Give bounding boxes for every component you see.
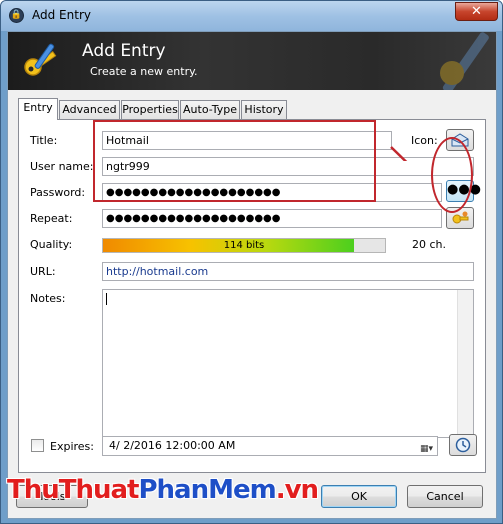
title-field[interactable]: Hotmail: [102, 131, 392, 150]
watermark-part3: .vn: [275, 475, 319, 505]
repeat-label: Repeat:: [30, 212, 73, 225]
clock-icon: [455, 437, 471, 453]
url-label: URL:: [30, 265, 56, 278]
key-gear-icon: [452, 211, 469, 224]
dialog-banner: Add Entry Create a new entry.: [8, 32, 496, 90]
text-caret: [106, 293, 107, 305]
expiry-date-picker[interactable]: 4/ 2/2016 12:00:00 AM ▦▾: [102, 436, 438, 456]
username-label: User name:: [30, 160, 94, 173]
notes-textarea[interactable]: [102, 289, 474, 438]
dialog-client: Add Entry Create a new entry. Entry Adva…: [7, 31, 497, 519]
tab-advanced[interactable]: Advanced: [59, 100, 120, 119]
cancel-button[interactable]: Cancel: [407, 485, 483, 508]
show-password-toggle[interactable]: ●●●: [446, 180, 481, 202]
add-entry-window: 🔒 Add Entry ✕ Add Entry Create a new ent…: [0, 0, 503, 524]
close-button[interactable]: ✕: [455, 2, 498, 21]
expires-label: Expires:: [50, 440, 94, 453]
tab-properties[interactable]: Properties: [121, 100, 179, 119]
window-title: Add Entry: [32, 8, 91, 22]
expires-checkbox[interactable]: [31, 439, 44, 452]
watermark-part1: ThuThuat: [7, 475, 139, 505]
banner-subtitle: Create a new entry.: [90, 65, 198, 78]
ok-button[interactable]: OK: [321, 485, 397, 508]
expiry-presets-button[interactable]: [449, 434, 477, 456]
tab-auto-type[interactable]: Auto-Type: [180, 100, 240, 119]
notes-scrollbar[interactable]: [457, 290, 473, 437]
entry-tab-panel: Title: Hotmail Icon: User name: ngtr999 …: [18, 119, 486, 473]
icon-label: Icon:: [411, 134, 438, 147]
tab-entry[interactable]: Entry: [18, 98, 58, 120]
banner-decoration-icon: [440, 32, 489, 90]
key-pen-icon: [24, 43, 57, 76]
password-length-text: 20 ch.: [412, 238, 447, 251]
quality-bits-text: 114 bits: [223, 240, 265, 251]
banner-title: Add Entry: [82, 41, 166, 61]
title-bar[interactable]: 🔒 Add Entry ✕: [1, 1, 502, 31]
url-field[interactable]: http://hotmail.com: [102, 262, 474, 281]
icon-picker-button[interactable]: [446, 129, 474, 151]
password-quality-bar: 114 bits: [102, 238, 386, 253]
password-field[interactable]: ●●●●●●●●●●●●●●●●●●●●: [102, 183, 442, 202]
envelope-icon: [451, 133, 469, 147]
title-label: Title:: [30, 134, 58, 147]
expiry-date-text: 4/ 2/2016 12:00:00 AM: [109, 439, 236, 452]
keepass-lock-icon: 🔒: [9, 8, 24, 23]
quality-label: Quality:: [30, 238, 73, 251]
watermark-part2: PhanMem: [138, 475, 276, 505]
tab-history[interactable]: History: [241, 100, 287, 119]
calendar-dropdown-icon[interactable]: ▦▾: [420, 440, 433, 458]
notes-label: Notes:: [30, 292, 66, 305]
repeat-password-field[interactable]: ●●●●●●●●●●●●●●●●●●●●: [102, 209, 442, 228]
password-generator-button[interactable]: [446, 207, 474, 229]
password-label: Password:: [30, 186, 86, 199]
username-field[interactable]: ngtr999: [102, 157, 474, 176]
site-watermark: ThuThuatPhanMem.vn: [7, 475, 319, 505]
